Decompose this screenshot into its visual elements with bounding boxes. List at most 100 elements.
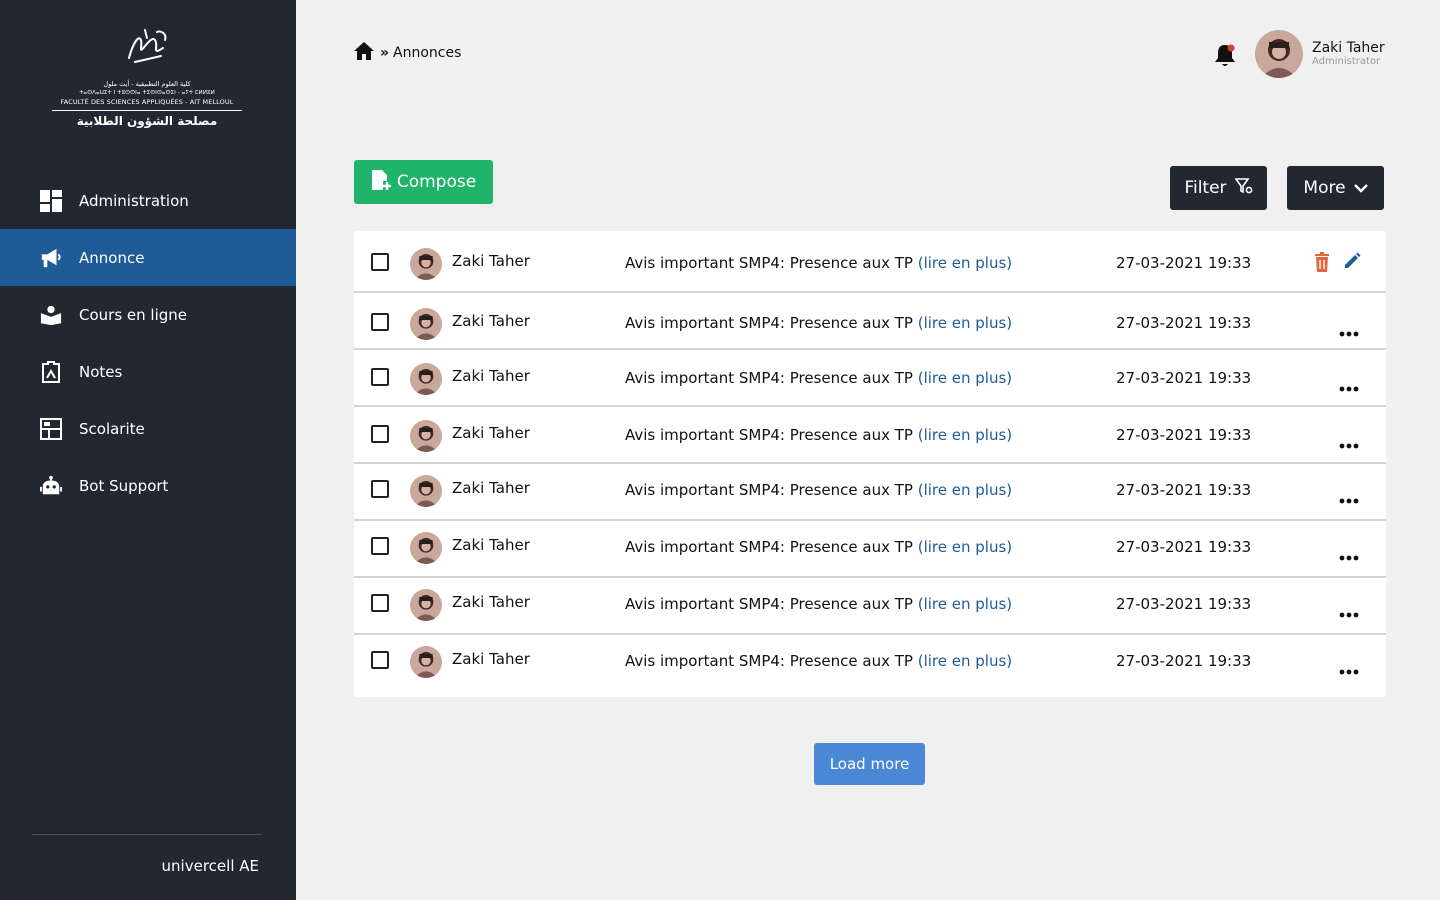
more-horizontal-icon[interactable] (1339, 546, 1359, 561)
sidebar-item-bot-support[interactable]: Bot Support (0, 457, 296, 514)
sidebar-item-label: Notes (79, 362, 123, 381)
row-checkbox[interactable] (371, 368, 389, 386)
read-more-link[interactable]: (lire en plus) (918, 652, 1012, 670)
logo-calligraphy-icon (52, 26, 242, 80)
read-more-link[interactable]: (lire en plus) (918, 595, 1012, 613)
read-more-link[interactable]: (lire en plus) (918, 369, 1012, 387)
row-checkbox[interactable] (371, 253, 389, 271)
row-checkbox[interactable] (371, 651, 389, 669)
row-checkbox[interactable] (371, 313, 389, 331)
sidebar-item-administration[interactable]: Administration (0, 172, 296, 229)
row-author: Zaki Taher (452, 593, 530, 611)
row-divider (354, 405, 1386, 407)
row-checkbox[interactable] (371, 425, 389, 443)
clipboard-icon (40, 360, 62, 383)
row-date: 27-03-2021 19:33 (1116, 314, 1252, 332)
row-date: 27-03-2021 19:33 (1116, 369, 1252, 387)
compose-label: Compose (396, 172, 477, 192)
sidebar-divider (32, 834, 261, 835)
more-horizontal-icon[interactable] (1339, 377, 1359, 392)
logo-divider (52, 110, 242, 111)
sidebar-item-label: Bot Support (79, 476, 169, 495)
row-divider (354, 462, 1386, 464)
row-subject: Avis important SMP4: Presence aux TP (li… (625, 426, 1012, 444)
sidebar-item-label: Annonce (79, 248, 145, 267)
row-author: Zaki Taher (452, 312, 530, 330)
breadcrumb: » Annonces (354, 42, 461, 64)
sidebar-item-scolarite[interactable]: Scolarite (0, 400, 296, 457)
row-date: 27-03-2021 19:33 (1116, 595, 1252, 613)
sidebar-item-annonce[interactable]: Annonce (0, 229, 296, 286)
breadcrumb-separator-icon: » (380, 45, 390, 61)
more-button[interactable]: More (1287, 166, 1384, 210)
read-more-link[interactable]: (lire en plus) (918, 538, 1012, 556)
reading-icon (40, 304, 62, 326)
row-date: 27-03-2021 19:33 (1116, 426, 1252, 444)
row-subject-text: Avis important SMP4: Presence aux TP (625, 652, 918, 670)
user-name: Zaki Taher (1312, 40, 1385, 56)
filter-button[interactable]: Filter (1170, 166, 1267, 210)
filter-settings-icon (1227, 177, 1253, 199)
notification-bell-icon[interactable] (1214, 43, 1236, 67)
sidebar-item-label: Cours en ligne (79, 305, 188, 324)
read-more-link[interactable]: (lire en plus) (918, 426, 1012, 444)
logo-tifinagh-line: ⵜⴰⵙⴷⴰⵡⵉⵜ ⵏ ⵜⵓⵙⵙⵏⴰ ⵜⵉⵙⵏⵙⴰⵙⵉⵏ - ⴰⵢⵜ ⵎⵍⵍⵓⵍ (79, 90, 215, 96)
row-subject-text: Avis important SMP4: Presence aux TP (625, 481, 918, 499)
compose-button[interactable]: Compose (354, 160, 493, 204)
read-more-link[interactable]: (lire en plus) (918, 314, 1012, 332)
announcement-list: Zaki Taher Avis important SMP4: Presence … (354, 231, 1386, 697)
row-author: Zaki Taher (452, 536, 530, 554)
row-subject-text: Avis important SMP4: Presence aux TP (625, 254, 918, 272)
row-divider (354, 576, 1386, 578)
logo-service-line: مصلحة الشؤون الطلابية (76, 114, 218, 128)
sidebar-item-notes[interactable]: Notes (0, 343, 296, 400)
faculty-logo: كلية العلوم التطبيقية - أيت ملول ⵜⴰⵙⴷⴰⵡⵉ… (52, 26, 242, 130)
row-subject: Avis important SMP4: Presence aux TP (li… (625, 595, 1012, 613)
avatar (410, 248, 442, 280)
row-author: Zaki Taher (452, 479, 530, 497)
avatar (410, 475, 442, 507)
filter-label: Filter (1184, 178, 1227, 198)
avatar (410, 532, 442, 564)
dashboard-icon (40, 189, 62, 212)
load-more-button[interactable]: Load more (814, 743, 925, 785)
row-checkbox[interactable] (371, 480, 389, 498)
avatar[interactable] (1255, 30, 1303, 78)
row-divider (354, 519, 1386, 521)
row-divider (354, 291, 1386, 293)
row-subject-text: Avis important SMP4: Presence aux TP (625, 369, 918, 387)
row-divider (354, 348, 1386, 350)
more-horizontal-icon[interactable] (1339, 660, 1359, 675)
row-subject: Avis important SMP4: Presence aux TP (li… (625, 369, 1012, 387)
row-subject-text: Avis important SMP4: Presence aux TP (625, 595, 918, 613)
row-checkbox[interactable] (371, 537, 389, 555)
row-subject-text: Avis important SMP4: Presence aux TP (625, 426, 918, 444)
avatar (410, 646, 442, 678)
more-horizontal-icon[interactable] (1339, 489, 1359, 504)
logo-arabic-line: كلية العلوم التطبيقية - أيت ملول (103, 80, 191, 88)
more-horizontal-icon[interactable] (1339, 603, 1359, 618)
more-horizontal-icon[interactable] (1339, 434, 1359, 449)
breadcrumb-current: Annonces (393, 45, 462, 61)
read-more-link[interactable]: (lire en plus) (918, 254, 1012, 272)
row-date: 27-03-2021 19:33 (1116, 652, 1252, 670)
row-subject-text: Avis important SMP4: Presence aux TP (625, 314, 918, 332)
robot-icon (40, 475, 62, 497)
sidebar: كلية العلوم التطبيقية - أيت ملول ⵜⴰⵙⴷⴰⵡⵉ… (0, 0, 296, 900)
more-horizontal-icon[interactable] (1339, 322, 1359, 337)
new-file-icon (371, 169, 397, 196)
sidebar-item-cours-en-ligne[interactable]: Cours en ligne (0, 286, 296, 343)
layout-icon (40, 417, 62, 440)
trash-icon[interactable] (1313, 252, 1331, 272)
logo-french-line: FACULTÉ DES SCIENCES APPLIQUÉES - AIT ME… (60, 98, 234, 106)
home-icon[interactable] (354, 42, 374, 64)
row-checkbox[interactable] (371, 594, 389, 612)
row-divider (354, 633, 1386, 635)
row-author: Zaki Taher (452, 252, 530, 270)
row-subject: Avis important SMP4: Presence aux TP (li… (625, 254, 1012, 272)
row-author: Zaki Taher (452, 424, 530, 442)
edit-pencil-icon[interactable] (1343, 252, 1361, 270)
read-more-link[interactable]: (lire en plus) (918, 481, 1012, 499)
row-subject: Avis important SMP4: Presence aux TP (li… (625, 652, 1012, 670)
sidebar-item-label: Administration (79, 191, 189, 210)
